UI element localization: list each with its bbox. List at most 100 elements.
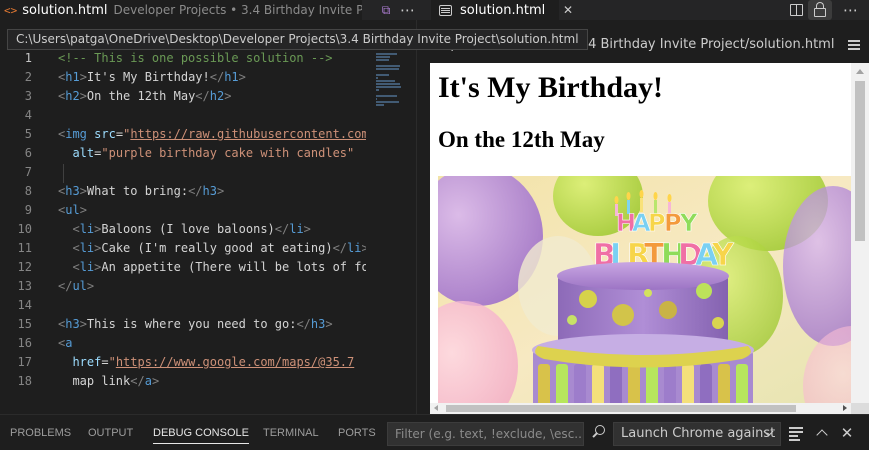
code-token: h3: [65, 184, 80, 198]
page-vertical-scrollbar[interactable]: [851, 63, 869, 403]
close-panel-icon[interactable]: ✕: [840, 423, 854, 443]
menu-icon[interactable]: [839, 30, 869, 59]
code-token: </: [130, 374, 145, 388]
panel-bar: PROBLEMS OUTPUT DEBUG CONSOLE TERMINAL P…: [0, 414, 869, 450]
code-token: alt: [72, 146, 95, 160]
minimap-line: [376, 101, 399, 103]
code-token[interactable]: https://www.google.com/maps/@35.7: [116, 355, 354, 369]
code-token: h2: [65, 89, 80, 103]
filter-input[interactable]: Filter (e.g. text, !exclude, \esc...: [387, 422, 584, 446]
code-token: >: [151, 374, 160, 388]
code-line[interactable]: [58, 106, 366, 125]
code-token: h1: [65, 70, 80, 84]
code-line[interactable]: <h2>On the 12th May</h2>: [58, 87, 366, 106]
cake-stripe: [538, 364, 550, 403]
cake-stripe: [646, 364, 658, 403]
code-token: ul: [72, 279, 87, 293]
page-horizontal-scrollbar[interactable]: [430, 403, 851, 414]
code-line[interactable]: [58, 296, 366, 315]
code-token: Baloons (I love baloons): [101, 222, 275, 236]
code-line[interactable]: <a: [58, 334, 366, 353]
code-line[interactable]: alt="purple birthday cake with candles": [58, 144, 366, 163]
cake-illustration: HAPPYBI RTHDAY: [438, 176, 851, 403]
code-token: li: [289, 222, 304, 236]
code-area[interactable]: <!-- This is one possible solution --> <h…: [58, 49, 366, 391]
code-line[interactable]: <li>Baloons (I love baloons)</li>: [58, 220, 366, 239]
code-line[interactable]: <!-- This is one possible solution -->: [58, 49, 366, 68]
code-token: >: [238, 70, 246, 84]
code-token: li: [79, 260, 95, 274]
minimap-line: [376, 74, 389, 76]
code-token: <!-- This is one possible solution -->: [58, 51, 333, 65]
code-line[interactable]: href="https://www.google.com/maps/@35.7: [58, 353, 366, 372]
code-token: >: [303, 222, 311, 236]
code-line[interactable]: <h3>What to bring:</h3>: [58, 182, 366, 201]
code-line[interactable]: <ul>: [58, 201, 366, 220]
more-actions-icon[interactable]: ⋯: [399, 0, 417, 20]
cake-letter: Y: [679, 209, 698, 237]
cake-letter: P: [648, 209, 666, 237]
code-line[interactable]: <li>An appetite (There will be lots of f…: [58, 258, 366, 277]
line-number: 4: [24, 108, 32, 122]
launch-config-select[interactable]: Launch Chrome against: [613, 422, 781, 446]
code-editor[interactable]: C:\Users\patga\OneDrive\Desktop\Develope…: [0, 20, 588, 414]
minimap-line: [376, 68, 399, 70]
cake-stripe: [592, 364, 604, 403]
file-path-tooltip: C:\Users\patga\OneDrive\Desktop\Develope…: [7, 29, 588, 50]
code-token: </: [58, 279, 73, 293]
minimap-line: [376, 56, 390, 58]
tab-title: solution.html: [22, 2, 108, 18]
scroll-thumb[interactable]: [855, 81, 865, 241]
line-number: 17: [17, 355, 32, 369]
line-number: 9: [24, 203, 32, 217]
code-token: </: [188, 184, 203, 198]
indent-guide: [63, 164, 64, 183]
code-line[interactable]: [58, 163, 366, 182]
line-number: 11: [17, 241, 32, 255]
browser-viewport: It's My Birthday! On the 12th May H A P …: [430, 63, 851, 403]
code-token: <: [72, 222, 80, 236]
tab-debug-console[interactable]: DEBUG CONSOLE: [153, 415, 249, 450]
tab-title: solution.html: [460, 2, 546, 18]
code-line[interactable]: </ul>: [58, 277, 366, 296]
word-wrap-icon[interactable]: [789, 426, 803, 441]
code-line[interactable]: <li>Cake (I'm really good at eating)</li…: [58, 239, 366, 258]
code-token: >: [79, 203, 87, 217]
split-editor-icon[interactable]: ⧉: [379, 0, 393, 20]
editor-tab-bar: <> solution.html Developer Projects • 3.…: [0, 0, 869, 20]
code-token: On the 12th May: [86, 89, 196, 103]
tab-output[interactable]: OUTPUT: [88, 415, 133, 450]
code-line[interactable]: <img src="https://raw.githubusercontent.…: [58, 125, 366, 144]
code-line[interactable]: map link</a>: [58, 372, 366, 391]
tab-problems[interactable]: PROBLEMS: [10, 415, 71, 450]
line-number: 7: [24, 165, 32, 179]
tab-solution-html-editor[interactable]: <> solution.html Developer Projects • 3.…: [0, 0, 362, 20]
close-tab-icon[interactable]: ✕: [560, 0, 576, 20]
cake-letter: Y: [711, 238, 735, 273]
tab-terminal[interactable]: TERMINAL: [263, 415, 319, 450]
minimap-line: [376, 98, 377, 100]
scroll-thumb[interactable]: [446, 405, 796, 412]
code-line[interactable]: <h1>It's My Birthday!</h1>: [58, 68, 366, 87]
more-actions-icon[interactable]: ⋯: [840, 0, 862, 20]
cake-stripe: [628, 364, 640, 403]
code-token: "purple birthday cake with candles": [101, 146, 355, 160]
maximize-panel-icon[interactable]: [816, 427, 828, 439]
line-number: 1: [24, 51, 32, 65]
line-number: 10: [17, 222, 32, 236]
minimap[interactable]: [368, 49, 416, 414]
split-editor-right-icon[interactable]: [786, 0, 806, 20]
code-token[interactable]: https://raw.githubusercontent.com: [130, 127, 366, 141]
code-token: >: [86, 279, 95, 293]
code-token: a: [144, 374, 152, 388]
lock-icon[interactable]: [808, 0, 832, 20]
tab-solution-html-preview[interactable]: solution.html: [431, 0, 559, 20]
cake-stripe: [736, 364, 748, 403]
line-number: 15: [17, 317, 32, 331]
search-icon[interactable]: [591, 425, 607, 441]
pane-divider[interactable]: [416, 20, 430, 414]
tab-ports[interactable]: PORTS: [338, 415, 376, 450]
code-line[interactable]: <h3>This is where you need to go:</h3>: [58, 315, 366, 334]
